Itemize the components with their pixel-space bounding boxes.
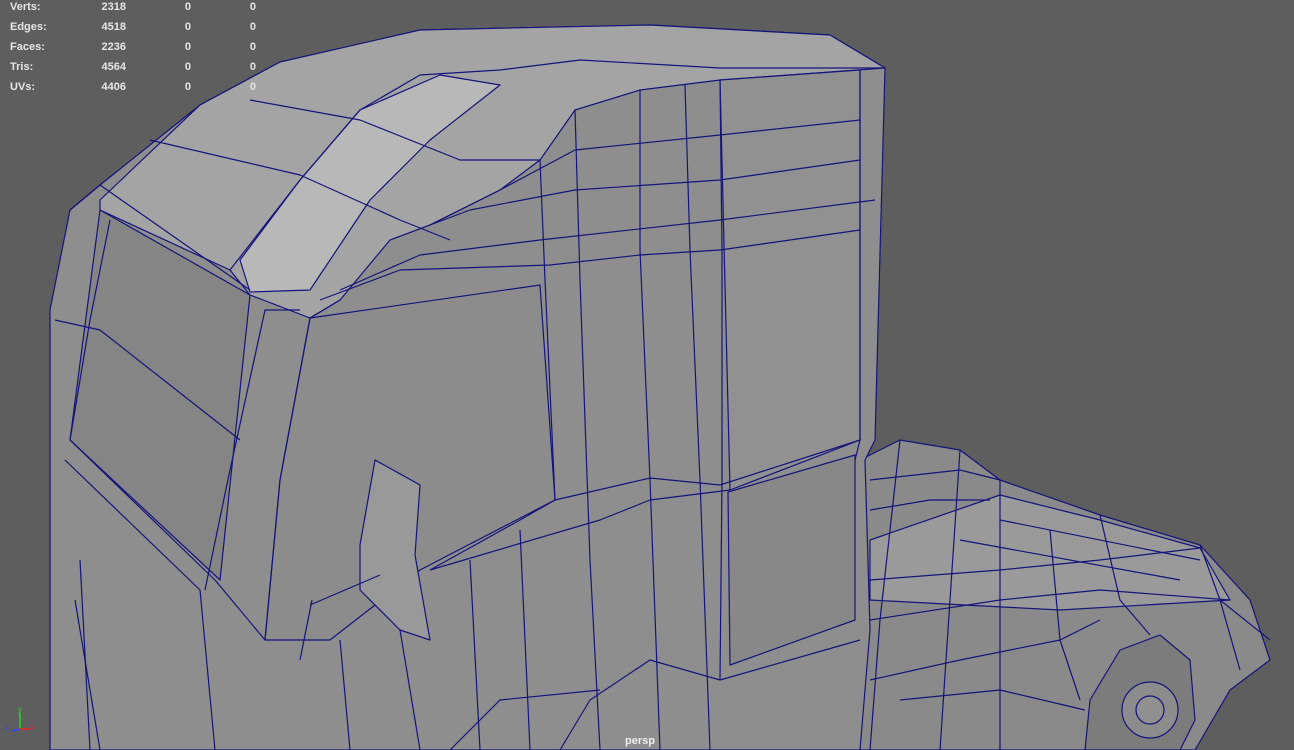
axis-z-label: z	[5, 723, 9, 732]
hud-total: 4564	[101, 61, 126, 73]
hud-selected: 0	[184, 81, 191, 93]
hud-other: 0	[249, 81, 256, 93]
axis-y-label: y	[18, 705, 22, 714]
hud-label: UVs:	[10, 81, 36, 93]
hud-selected: 0	[184, 21, 191, 33]
hud-label: Tris:	[10, 61, 34, 73]
hud-total: 2318	[101, 1, 126, 13]
hud-other: 0	[249, 41, 256, 53]
hud-selected: 0	[184, 61, 191, 73]
hud-total: 4406	[101, 81, 126, 93]
hud-label: Verts:	[10, 1, 41, 13]
hud-selected: 0	[184, 41, 191, 53]
camera-label: persp	[625, 735, 655, 747]
viewport-3d[interactable]	[0, 0, 1294, 750]
hud-other: 0	[249, 1, 256, 13]
hud-total: 4518	[101, 21, 126, 33]
axis-x-label: x	[30, 723, 34, 732]
truck-mesh	[49, 24, 1271, 750]
hud-selected: 0	[184, 1, 191, 13]
hud-label: Faces:	[10, 41, 45, 53]
hud-total: 2236	[101, 41, 126, 53]
hud-other: 0	[249, 21, 256, 33]
hub-inner	[1135, 695, 1165, 725]
axis-gizmo-icon: y x z	[5, 705, 34, 732]
hud-label: Edges:	[10, 21, 47, 33]
hud-other: 0	[249, 61, 256, 73]
